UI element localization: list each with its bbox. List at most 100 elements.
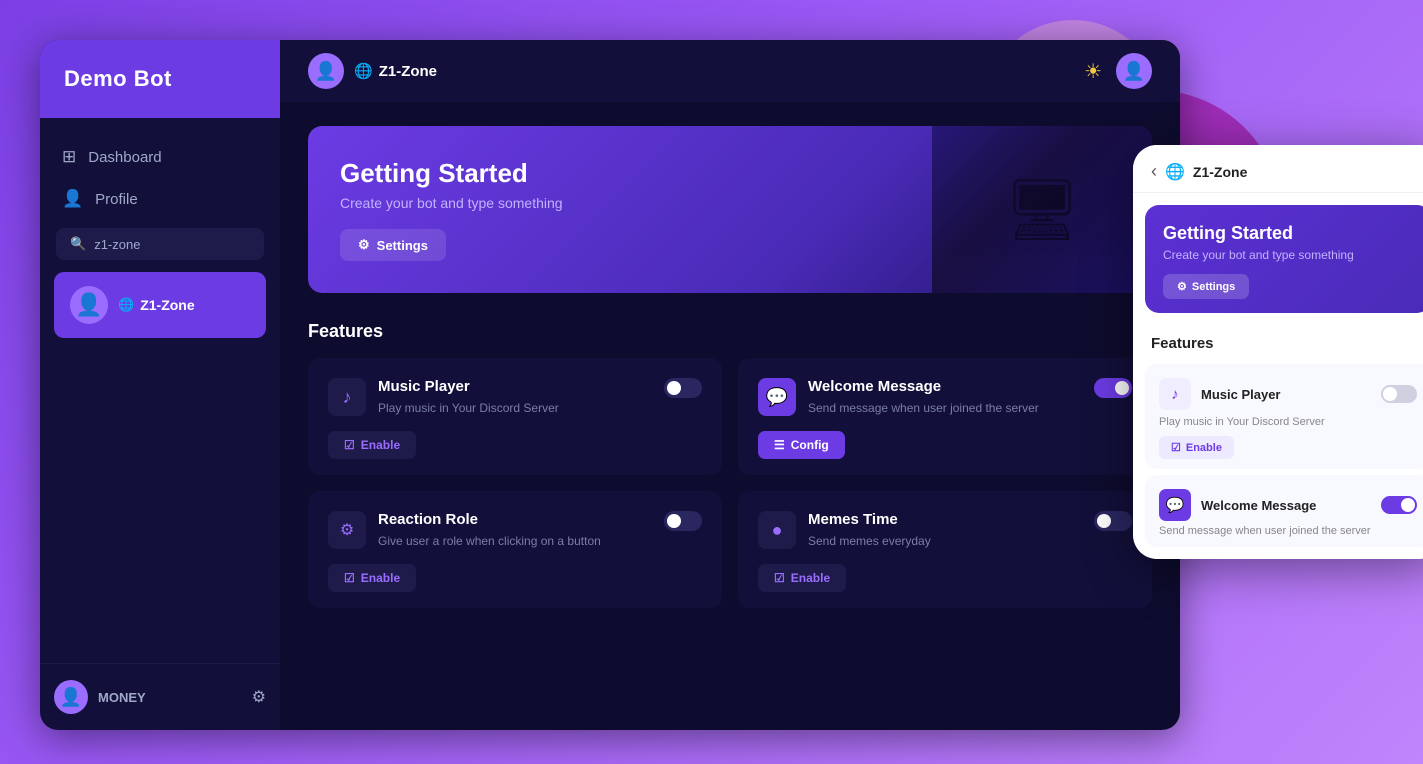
feature-card-reaction-role-header: ⚙ Reaction Role Give user a role when cl… (328, 511, 702, 550)
reaction-role-enable-button[interactable]: ☑ Enable (328, 564, 416, 592)
enable-checkmark-icon: ☑ (344, 438, 355, 452)
music-player-enable-button[interactable]: ☑ Enable (328, 431, 416, 459)
sidebar-search-container: 🔍 (56, 228, 264, 260)
memes-time-desc: Send memes everyday (808, 532, 931, 550)
mobile-welcome-message-title: Welcome Message (1201, 498, 1381, 513)
sidebar-server-name: 🌐 Z1-Zone (118, 297, 195, 313)
feature-card-welcome-message: 💬 Welcome Message Send message when user… (738, 358, 1152, 475)
settings-gear-icon[interactable]: ⚙ (252, 687, 266, 707)
main-container: Demo Bot ⊞ Dashboard 👤 Profile 🔍 👤 (40, 40, 1180, 730)
feature-card-memes-time-info: Memes Time Send memes everyday (808, 511, 931, 550)
globe-icon: 🌐 (118, 297, 134, 313)
banner-settings-button[interactable]: ⚙ Settings (340, 229, 446, 261)
mobile-music-player-card: ♪ Music Player Play music in Your Discor… (1145, 364, 1423, 469)
brand-title: Demo Bot (64, 66, 172, 91)
settings-icon: ⚙ (358, 237, 370, 253)
mobile-settings-icon: ⚙ (1177, 280, 1187, 293)
mobile-music-player-title: Music Player (1201, 387, 1381, 402)
sidebar-server-card[interactable]: 👤 🌐 Z1-Zone (54, 272, 266, 338)
enable-checkmark-icon-3: ☑ (774, 571, 785, 585)
mobile-welcome-message-toggle[interactable] (1381, 496, 1417, 514)
getting-started-banner: Getting Started Create your bot and type… (308, 126, 1152, 293)
mobile-enable-checkmark-icon: ☑ (1171, 441, 1181, 454)
mobile-topbar: ‹ 🌐 Z1-Zone (1133, 145, 1423, 193)
sidebar-brand: Demo Bot (40, 40, 280, 118)
music-player-icon: ♪ (328, 378, 366, 416)
topbar-user-avatar[interactable]: 👤 (1116, 53, 1152, 89)
mobile-globe-icon: 🌐 (1165, 162, 1185, 182)
mobile-music-player-header: ♪ Music Player (1159, 378, 1417, 410)
feature-card-music-player: ♪ Music Player Play music in Your Discor… (308, 358, 722, 475)
mobile-music-player-toggle[interactable] (1381, 385, 1417, 403)
banner-title: Getting Started (340, 158, 563, 189)
banner-image: 🖥 (932, 126, 1152, 293)
mobile-welcome-message-icon: 💬 (1159, 489, 1191, 521)
content-area: Getting Started Create your bot and type… (280, 102, 1180, 730)
reaction-role-desc: Give user a role when clicking on a butt… (378, 532, 601, 550)
mobile-banner: Getting Started Create your bot and type… (1145, 205, 1423, 313)
memes-time-footer: ☑ Enable (758, 564, 1132, 592)
mobile-welcome-message-header: 💬 Welcome Message (1159, 489, 1417, 521)
banner-image-inner: 🖥 (932, 126, 1152, 293)
mobile-settings-button[interactable]: ⚙ Settings (1163, 274, 1249, 299)
sidebar-item-profile[interactable]: 👤 Profile (40, 178, 280, 220)
topbar-server-name: 🌐 Z1-Zone (354, 62, 437, 80)
mobile-welcome-message-card: 💬 Welcome Message Send message when user… (1145, 475, 1423, 547)
features-section-title: Features (308, 321, 1152, 342)
memes-time-icon: ● (758, 511, 796, 549)
welcome-message-config-button[interactable]: ☰ Config (758, 431, 845, 459)
sidebar-item-dashboard[interactable]: ⊞ Dashboard (40, 136, 280, 178)
banner-subtitle: Create your bot and type something (340, 195, 563, 211)
topbar-globe-icon: 🌐 (354, 62, 373, 80)
topbar-right: ☀ 👤 (1084, 53, 1152, 89)
topbar-server-name-text: Z1-Zone (379, 63, 437, 80)
config-list-icon: ☰ (774, 438, 785, 452)
mobile-mockup: ‹ 🌐 Z1-Zone Getting Started Create your … (1133, 145, 1423, 559)
reaction-role-footer: ☑ Enable (328, 564, 702, 592)
banner-text: Getting Started Create your bot and type… (340, 158, 563, 261)
mobile-banner-subtitle: Create your bot and type something (1163, 248, 1413, 262)
mobile-settings-label: Settings (1192, 281, 1235, 293)
mobile-server-name: Z1-Zone (1193, 164, 1423, 180)
memes-time-enable-button[interactable]: ☑ Enable (758, 564, 846, 592)
welcome-message-desc: Send message when user joined the server (808, 399, 1039, 417)
reaction-role-enable-label: Enable (361, 571, 400, 585)
mobile-back-button[interactable]: ‹ (1151, 161, 1157, 182)
search-icon: 🔍 (70, 236, 86, 252)
dashboard-icon: ⊞ (62, 147, 76, 167)
memes-time-enable-label: Enable (791, 571, 830, 585)
sidebar-item-label-profile: Profile (95, 191, 138, 208)
search-input[interactable] (94, 237, 250, 252)
banner-settings-label: Settings (377, 238, 428, 253)
topbar-left: 👤 🌐 Z1-Zone (308, 53, 437, 89)
server-avatar: 👤 (70, 286, 108, 324)
mobile-music-icon: ♪ (1159, 378, 1191, 410)
mobile-welcome-message-desc: Send message when user joined the server (1159, 525, 1417, 537)
mobile-features-title: Features (1133, 325, 1423, 358)
theme-toggle-icon[interactable]: ☀ (1084, 59, 1102, 84)
music-player-title: Music Player (378, 378, 559, 395)
welcome-message-icon: 💬 (758, 378, 796, 416)
sidebar-nav: ⊞ Dashboard 👤 Profile 🔍 👤 🌐 Z1-Zone (40, 118, 280, 663)
topbar-server-avatar: 👤 (308, 53, 344, 89)
welcome-message-config-label: Config (791, 438, 829, 452)
feature-card-welcome-message-info: Welcome Message Send message when user j… (808, 378, 1039, 417)
sidebar-bottom: 👤 MONEY ⚙ (40, 663, 280, 730)
enable-checkmark-icon-2: ☑ (344, 571, 355, 585)
welcome-message-title: Welcome Message (808, 378, 1039, 395)
welcome-message-footer: ☰ Config (758, 431, 1132, 459)
sidebar-item-label-dashboard: Dashboard (88, 149, 161, 166)
username-label: MONEY (98, 690, 242, 705)
mobile-music-player-enable-button[interactable]: ☑ Enable (1159, 436, 1234, 459)
reaction-role-title: Reaction Role (378, 511, 601, 528)
mobile-music-player-enable-label: Enable (1186, 442, 1222, 454)
welcome-message-toggle[interactable] (1094, 378, 1132, 398)
feature-card-reaction-role-info: Reaction Role Give user a role when clic… (378, 511, 601, 550)
reaction-role-toggle[interactable] (664, 511, 702, 531)
music-player-footer: ☑ Enable (328, 431, 702, 459)
memes-time-toggle[interactable] (1094, 511, 1132, 531)
sidebar: Demo Bot ⊞ Dashboard 👤 Profile 🔍 👤 (40, 40, 280, 730)
main-content: 👤 🌐 Z1-Zone ☀ 👤 Getting Started C (280, 40, 1180, 730)
music-player-toggle[interactable] (664, 378, 702, 398)
feature-card-music-player-header: ♪ Music Player Play music in Your Discor… (328, 378, 702, 417)
